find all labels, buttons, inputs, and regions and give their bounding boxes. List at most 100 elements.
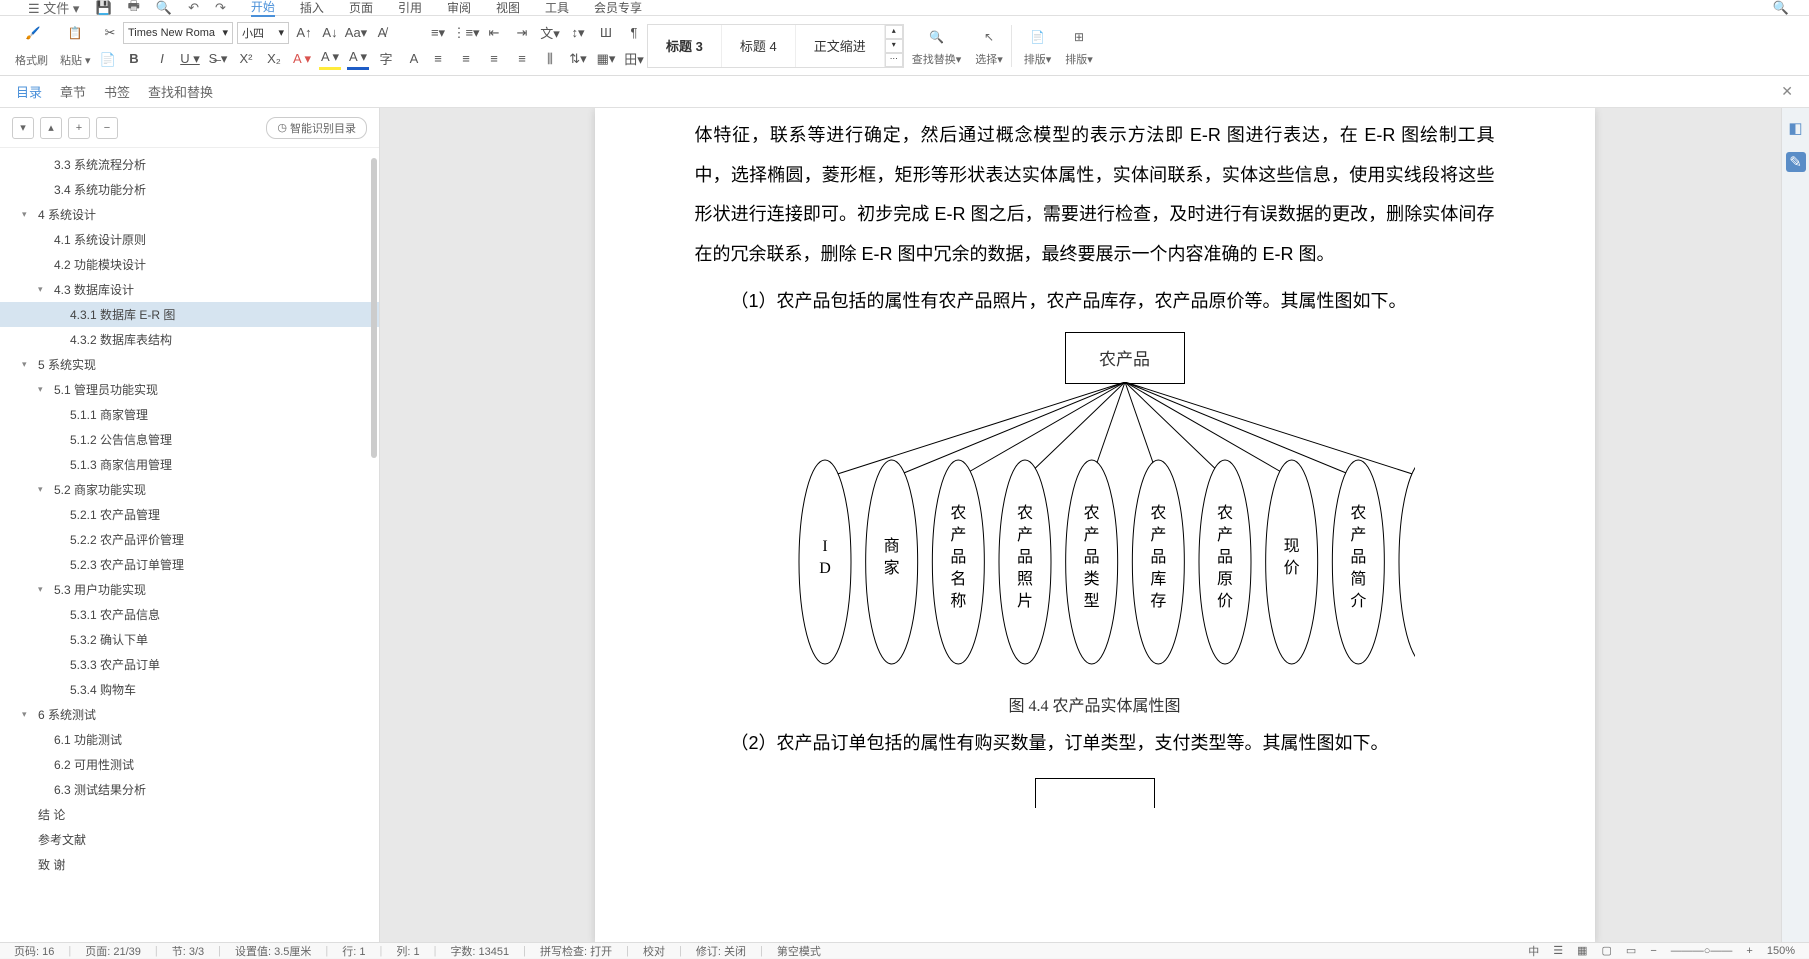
change-case-icon[interactable]: Aa▾ <box>345 22 367 44</box>
shading-v-icon[interactable]: Ш <box>595 22 617 44</box>
toc-item[interactable]: ▾4 系统设计 <box>0 202 379 227</box>
style-body-indent[interactable]: 正文缩进 <box>796 25 885 67</box>
tab-chapters[interactable]: 章节 <box>60 82 86 101</box>
status-section[interactable]: 节: 3/3 <box>172 943 204 959</box>
select-icon[interactable]: ↖ <box>977 25 1001 49</box>
toc-item[interactable]: 6.1 功能测试 <box>0 727 379 752</box>
shading-icon[interactable]: ▦▾ <box>595 48 617 70</box>
italic-icon[interactable]: I <box>151 48 173 70</box>
toc-item[interactable]: ▾5.2 商家功能实现 <box>0 477 379 502</box>
font-color-icon[interactable]: A ▾ <box>347 48 369 70</box>
select-label[interactable]: 选择▾ <box>975 51 1003 67</box>
toc-item[interactable]: 5.2.2 农产品评价管理 <box>0 527 379 552</box>
toc-item[interactable]: 5.3.3 农产品订单 <box>0 652 379 677</box>
paragraph[interactable]: （1）农产品包括的属性有农产品照片，农产品库存，农产品原价等。其属性图如下。 <box>695 282 1495 322</box>
tab-tools[interactable]: 工具 <box>545 0 569 16</box>
toc-item[interactable]: 结 论 <box>0 802 379 827</box>
toc-item[interactable]: 4.2 功能模块设计 <box>0 252 379 277</box>
status-pages[interactable]: 页面: 21/39 <box>85 943 141 959</box>
toc-scrollbar[interactable] <box>371 158 377 458</box>
view-mode-1-icon[interactable]: ☰ <box>1553 944 1563 957</box>
align-center-icon[interactable]: ≡ <box>455 48 477 70</box>
font-name-combo[interactable]: Times New Roma▾ <box>123 22 233 44</box>
undo-icon[interactable]: ↶ <box>188 0 199 16</box>
text-direction-icon[interactable]: 文▾ <box>539 22 561 44</box>
char-border-icon[interactable]: A <box>403 48 425 70</box>
arrange-icon[interactable]: ⊞ <box>1067 25 1091 49</box>
zoom-level[interactable]: 150% <box>1767 945 1795 957</box>
redo-icon[interactable]: ↷ <box>215 0 226 16</box>
show-marks-icon[interactable]: ¶ <box>623 22 645 44</box>
zoom-in-icon[interactable]: + <box>1746 945 1752 957</box>
edge-tool-icon[interactable]: ✎ <box>1786 152 1806 172</box>
toc-item[interactable]: 4.3.2 数据库表结构 <box>0 327 379 352</box>
paragraph[interactable]: 体特征，联系等进行确定，然后通过概念模型的表示方法即 E-R 图进行表达，在 E… <box>695 116 1495 274</box>
toc-item[interactable]: 6.3 测试结果分析 <box>0 777 379 802</box>
grow-font-icon[interactable]: A↑ <box>293 22 315 44</box>
styles-expand-icon[interactable]: ⋯ <box>885 53 903 67</box>
collapse-all-icon[interactable]: ▴ <box>40 117 62 139</box>
numbering-icon[interactable]: ⋮≡▾ <box>455 22 477 44</box>
paste-icon[interactable]: 📋 <box>63 21 87 45</box>
expand-all-icon[interactable]: ▾ <box>12 117 34 139</box>
toc-item[interactable]: ▾4.3 数据库设计 <box>0 277 379 302</box>
toc-item[interactable]: 4.1 系统设计原则 <box>0 227 379 252</box>
toc-item[interactable]: ▾6 系统测试 <box>0 702 379 727</box>
toc-item[interactable]: ▾5.3 用户功能实现 <box>0 577 379 602</box>
tab-page[interactable]: 页面 <box>349 0 373 16</box>
view-mode-2-icon[interactable]: ▦ <box>1577 944 1587 957</box>
bullets-icon[interactable]: ≡▾ <box>427 22 449 44</box>
find-label[interactable]: 查找替换▾ <box>912 51 962 67</box>
toc-item[interactable]: 3.3 系统流程分析 <box>0 152 379 177</box>
clear-format-icon[interactable]: A̸ <box>371 22 393 44</box>
toc-item[interactable]: 5.2.1 农产品管理 <box>0 502 379 527</box>
search-icon[interactable]: 🔍 <box>1773 0 1789 16</box>
status-col[interactable]: 列: 1 <box>396 943 419 959</box>
save-icon[interactable]: 💾 <box>95 0 111 16</box>
tab-member[interactable]: 会员专享 <box>594 0 642 16</box>
align-right-icon[interactable]: ≡ <box>483 48 505 70</box>
view-mode-4-icon[interactable]: ▭ <box>1626 944 1636 957</box>
toc-item[interactable]: 5.1.2 公告信息管理 <box>0 427 379 452</box>
toc-item[interactable]: 5.2.3 农产品订单管理 <box>0 552 379 577</box>
arrange-label[interactable]: 排版▾ <box>1065 51 1093 67</box>
borders-icon[interactable]: 田▾ <box>623 48 645 70</box>
status-spell[interactable]: 拼写检查: 打开 <box>540 943 612 959</box>
toc-item[interactable]: 5.3.2 确认下单 <box>0 627 379 652</box>
cut-icon[interactable]: ✂ <box>99 22 121 44</box>
tab-reference[interactable]: 引用 <box>398 0 422 16</box>
edge-settings-icon[interactable]: ◧ <box>1786 118 1806 138</box>
toc-item[interactable]: 5.1.3 商家信用管理 <box>0 452 379 477</box>
bold-icon[interactable]: B <box>123 48 145 70</box>
smart-toc-button[interactable]: ◷ 智能识别目录 <box>266 117 367 139</box>
layout-label[interactable]: 排版▾ <box>1024 51 1052 67</box>
layout-icon[interactable]: 📄 <box>1026 25 1050 49</box>
style-heading4[interactable]: 标题 4 <box>722 25 796 67</box>
strike-icon[interactable]: S̶ ▾ <box>207 48 229 70</box>
phonetic-icon[interactable]: 字 <box>375 48 397 70</box>
text-effect-icon[interactable]: A ▾ <box>291 48 313 70</box>
tab-view[interactable]: 视图 <box>496 0 520 16</box>
format-painter-icon[interactable]: 🖌️ <box>21 21 45 45</box>
toc-item[interactable]: 致 谢 <box>0 852 379 877</box>
style-heading3[interactable]: 标题 3 <box>648 25 722 67</box>
toc-item[interactable]: 5.1.1 商家管理 <box>0 402 379 427</box>
status-mode[interactable]: 第空模式 <box>777 943 821 959</box>
toc-item[interactable]: 6.2 可用性测试 <box>0 752 379 777</box>
toc-item[interactable]: 5.3.1 农产品信息 <box>0 602 379 627</box>
tab-toc[interactable]: 目录 <box>16 82 42 101</box>
align-left-icon[interactable]: ≡ <box>427 48 449 70</box>
align-justify-icon[interactable]: ≡ <box>511 48 533 70</box>
indent-inc-icon[interactable]: ⇥ <box>511 22 533 44</box>
paste-label[interactable]: 粘贴 ▾ <box>60 52 91 68</box>
remove-item-icon[interactable]: − <box>96 117 118 139</box>
zoom-out-icon[interactable]: − <box>1650 945 1656 957</box>
toc-item[interactable]: ▾5 系统实现 <box>0 352 379 377</box>
toc-item[interactable]: 3.4 系统功能分析 <box>0 177 379 202</box>
toc-item[interactable]: 参考文献 <box>0 827 379 852</box>
underline-icon[interactable]: U ▾ <box>179 48 201 70</box>
paragraph[interactable]: （2）农产品订单包括的属性有购买数量，订单类型，支付类型等。其属性图如下。 <box>695 724 1495 764</box>
status-position[interactable]: 设置值: 3.5厘米 <box>235 943 311 959</box>
figure-caption[interactable]: 图 4.4 农产品实体属性图 <box>695 692 1495 716</box>
styles-up-icon[interactable]: ▴ <box>885 25 903 39</box>
